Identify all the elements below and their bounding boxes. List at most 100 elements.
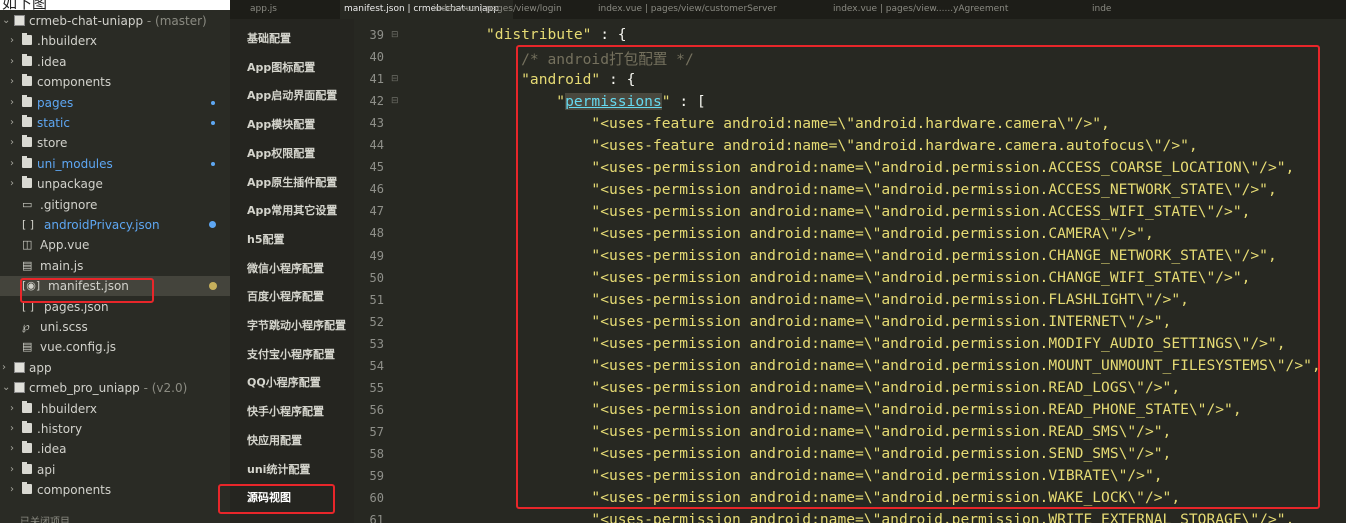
tree-folder[interactable]: › .idea bbox=[0, 52, 230, 72]
modified-dot-icon bbox=[209, 221, 216, 228]
editor-tab[interactable]: index.vue | pages/view......yAgreement bbox=[833, 0, 1008, 19]
tree-folder[interactable]: › api bbox=[0, 460, 230, 480]
chevron-right-icon[interactable]: › bbox=[10, 31, 20, 51]
tree-project[interactable]: › app bbox=[0, 358, 230, 378]
tree-folder[interactable]: › static bbox=[0, 113, 230, 133]
scss-icon: ℘ bbox=[22, 320, 30, 333]
modified-dot-icon bbox=[211, 161, 215, 166]
fold-toggle-icon[interactable]: ⊟ bbox=[391, 74, 399, 84]
editor-tab[interactable]: index.vue | pages/view/customerServer bbox=[598, 0, 777, 19]
editor-tab[interactable]: inde bbox=[1092, 0, 1111, 19]
tree-folder[interactable]: › uni_modules bbox=[0, 154, 230, 174]
tree-item-label: vue.config.js bbox=[40, 340, 117, 355]
folder-icon bbox=[22, 461, 32, 474]
tree-item-label: .idea bbox=[37, 54, 67, 69]
tree-project[interactable]: ⌄ crmeb_pro_uniapp - (v2.0) bbox=[0, 378, 230, 398]
tree-folder[interactable]: › components bbox=[0, 72, 230, 92]
project-icon bbox=[14, 15, 25, 26]
folder-icon bbox=[22, 94, 32, 107]
line-number: 51 bbox=[369, 292, 384, 307]
chevron-right-icon[interactable]: › bbox=[10, 480, 20, 500]
line-number: 59 bbox=[369, 469, 384, 483]
tree-folder[interactable]: › .idea bbox=[0, 439, 230, 459]
tree-file[interactable]: ▤ main.js bbox=[0, 256, 230, 276]
chevron-down-icon[interactable]: ⌄ bbox=[2, 378, 12, 398]
fold-toggle-icon[interactable]: ⊟ bbox=[391, 30, 399, 40]
chevron-right-icon[interactable]: › bbox=[10, 133, 20, 153]
chevron-right-icon[interactable]: › bbox=[2, 358, 12, 378]
folder-icon bbox=[22, 482, 32, 495]
line-number: 54 bbox=[369, 358, 384, 373]
chevron-down-icon[interactable]: ⌄ bbox=[2, 11, 12, 31]
tree-folder[interactable]: › .history bbox=[0, 419, 230, 439]
nav-item[interactable]: 支付宝小程序配置 bbox=[247, 346, 335, 362]
status-dot-icon bbox=[209, 282, 217, 291]
git-branch-label: - (v2.0) bbox=[139, 381, 188, 396]
chevron-right-icon[interactable]: › bbox=[10, 174, 20, 194]
fold-toggle-icon[interactable]: ⊟ bbox=[391, 96, 399, 106]
code-line-61[interactable]: "<uses-permission android:name=\"android… bbox=[486, 511, 1294, 523]
nav-item[interactable]: 快应用配置 bbox=[247, 432, 302, 448]
code-line-39[interactable]: "distribute" : { bbox=[486, 26, 627, 43]
nav-item[interactable]: 百度小程序配置 bbox=[247, 288, 324, 304]
tree-folder[interactable]: › .hbuilderx bbox=[0, 31, 230, 51]
nav-item[interactable]: 字节跳动小程序配置 bbox=[247, 317, 346, 333]
line-number: 44 bbox=[369, 138, 384, 153]
chevron-right-icon[interactable]: › bbox=[10, 399, 20, 419]
chevron-right-icon[interactable]: › bbox=[10, 439, 20, 459]
nav-item[interactable]: uni统计配置 bbox=[247, 461, 310, 477]
tree-folder[interactable]: › .hbuilderx bbox=[0, 399, 230, 419]
project-icon bbox=[14, 361, 25, 373]
tree-item-label: androidPrivacy.json bbox=[44, 218, 160, 232]
tree-item-label: api bbox=[37, 462, 56, 477]
nav-item[interactable]: h5配置 bbox=[247, 231, 285, 247]
tree-item-label: .history bbox=[37, 422, 83, 436]
folder-icon bbox=[22, 400, 32, 413]
line-number: 58 bbox=[369, 446, 384, 461]
nav-item[interactable]: QQ小程序配置 bbox=[247, 374, 321, 390]
line-number: 57 bbox=[369, 424, 384, 439]
vue-icon: ◫ bbox=[22, 238, 33, 252]
json-icon: [ ] bbox=[22, 218, 35, 231]
tree-item-label: components bbox=[37, 483, 112, 498]
highlight-box-source-view bbox=[218, 484, 335, 514]
tree-folder[interactable]: › pages bbox=[0, 93, 230, 113]
chevron-right-icon[interactable]: › bbox=[10, 72, 20, 92]
chevron-right-icon[interactable]: › bbox=[10, 113, 20, 133]
tree-folder[interactable]: › unpackage bbox=[0, 174, 230, 194]
js-icon: ▤ bbox=[22, 340, 33, 354]
tree-project[interactable]: ⌄ crmeb-chat-uniapp - (master) bbox=[0, 11, 230, 31]
modified-dot-icon bbox=[211, 100, 215, 105]
chevron-right-icon[interactable]: › bbox=[10, 154, 20, 174]
editor-tab[interactable]: app.js bbox=[250, 0, 277, 19]
line-number: 60 bbox=[369, 491, 384, 506]
chevron-right-icon[interactable]: › bbox=[10, 419, 20, 439]
folder-icon bbox=[22, 74, 32, 87]
nav-item[interactable]: App权限配置 bbox=[247, 145, 315, 161]
tree-file[interactable]: ▭ .gitignore bbox=[0, 195, 230, 215]
chevron-right-icon[interactable]: › bbox=[10, 93, 20, 113]
tree-folder[interactable]: › components bbox=[0, 480, 230, 500]
tree-item-label: static bbox=[37, 116, 70, 130]
nav-item[interactable]: App原生插件配置 bbox=[247, 174, 337, 190]
nav-item[interactable]: App模块配置 bbox=[247, 116, 315, 132]
nav-item[interactable]: 快手小程序配置 bbox=[247, 403, 324, 419]
chevron-right-icon[interactable]: › bbox=[10, 460, 20, 480]
tree-file[interactable]: [ ] androidPrivacy.json bbox=[0, 215, 230, 235]
editor-tab[interactable]: index.vue | pages/view/login bbox=[433, 0, 562, 19]
tree-file[interactable]: ◫ App.vue bbox=[0, 235, 230, 255]
chevron-right-icon[interactable]: › bbox=[10, 52, 20, 72]
tree-item-label: crmeb-chat-uniapp - (master) bbox=[29, 14, 207, 28]
nav-item[interactable]: App启动界面配置 bbox=[247, 87, 337, 103]
tree-folder[interactable]: › store bbox=[0, 133, 230, 153]
tree-file[interactable]: ℘ uni.scss bbox=[0, 317, 230, 337]
line-number: 41 bbox=[369, 72, 384, 87]
nav-item[interactable]: App常用其它设置 bbox=[247, 202, 337, 218]
closed-projects-label[interactable]: 已关闭项目 bbox=[20, 513, 230, 523]
highlight-box-manifest-file bbox=[20, 278, 154, 303]
nav-item[interactable]: 微信小程序配置 bbox=[247, 260, 324, 276]
tree-item-label: unpackage bbox=[37, 177, 103, 192]
nav-item[interactable]: 基础配置 bbox=[247, 30, 291, 46]
nav-item[interactable]: App图标配置 bbox=[247, 59, 315, 75]
tree-file[interactable]: ▤ vue.config.js bbox=[0, 337, 230, 357]
